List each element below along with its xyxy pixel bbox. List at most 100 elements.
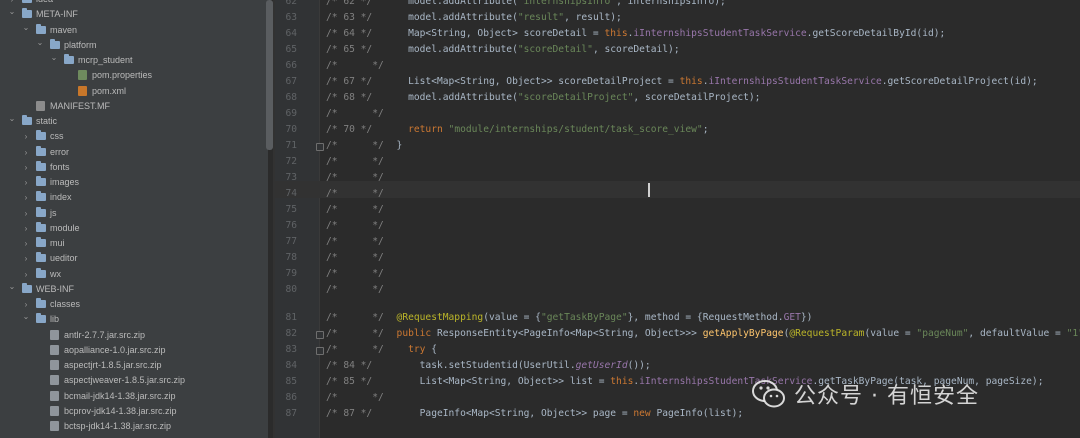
- line-number: 67: [285, 76, 297, 87]
- code-line[interactable]: 80 /* */: [275, 282, 1080, 298]
- code-line[interactable]: 69 /* */: [275, 106, 1080, 122]
- tree-item[interactable]: ⌄ lib: [0, 312, 268, 327]
- tree-item[interactable]: aopalliance-1.0.jar.src.zip: [0, 343, 268, 358]
- code-token: return: [385, 124, 449, 135]
- chevron-right-icon[interactable]: ›: [22, 236, 30, 251]
- tree-item-label: lib: [50, 314, 60, 325]
- code-text: model.addAttribute("internshipsInfo", in…: [385, 0, 726, 10]
- tree-item[interactable]: bctsp-jdk14-1.38.jar.src.zip: [0, 419, 268, 434]
- chevron-right-icon[interactable]: ›: [22, 221, 30, 236]
- tree-item-label: antlr-2.7.7.jar.src.zip: [64, 329, 146, 340]
- code-token: "scoreDetailProject": [517, 92, 634, 103]
- tree-item[interactable]: pom.properties: [0, 68, 268, 83]
- tree-item[interactable]: aspectjrt-1.8.5.jar.src.zip: [0, 358, 268, 373]
- tree-item[interactable]: ⌄ META-INF: [0, 7, 268, 22]
- tree-item[interactable]: › mui: [0, 236, 268, 251]
- folder-icon: [36, 160, 46, 171]
- decompiler-line-comment: /* */: [326, 236, 384, 247]
- fold-marker-icon[interactable]: [316, 331, 324, 339]
- chevron-right-icon[interactable]: ›: [22, 190, 30, 205]
- code-text: List<Map<String, Object>> scoreDetailPro…: [385, 74, 1038, 90]
- decompiler-line-comment: /* 84 */: [326, 360, 373, 371]
- code-text: model.addAttribute("scoreDetailProject",…: [385, 90, 760, 106]
- code-line[interactable]: 65 /* 65 */ model.addAttribute("scoreDeta…: [275, 42, 1080, 58]
- code-line[interactable]: 76 /* */: [275, 218, 1080, 234]
- tree-item[interactable]: bcprov-jdk14-1.38.jar.src.zip: [0, 404, 268, 419]
- code-line[interactable]: 74 /* */: [275, 186, 1080, 202]
- chevron-down-icon[interactable]: ⌄: [8, 279, 16, 294]
- code-line[interactable]: 73 /* */: [275, 170, 1080, 186]
- line-number: 65: [285, 44, 297, 55]
- tree-item[interactable]: ⌄ static: [0, 114, 268, 129]
- tree-item[interactable]: ⌄ platform: [0, 38, 268, 53]
- tree-item[interactable]: aspectjweaver-1.8.5.jar.src.zip: [0, 373, 268, 388]
- code-line[interactable]: 67 /* 67 */ List<Map<String, Object>> sco…: [275, 74, 1080, 90]
- code-editor[interactable]: 62/* 62 */ model.addAttribute("internshi…: [275, 0, 1080, 438]
- chevron-right-icon[interactable]: ›: [22, 145, 30, 160]
- code-line[interactable]: 77 /* */: [275, 234, 1080, 250]
- decompiler-line-comment: /* */: [326, 392, 384, 403]
- project-tree-scrollbar[interactable]: [266, 0, 273, 150]
- tree-item[interactable]: › css: [0, 129, 268, 144]
- tree-item[interactable]: ⌄ mcrp_student: [0, 53, 268, 68]
- code-line[interactable]: 71 /* */ }: [275, 138, 1080, 154]
- tree-item[interactable]: antlr-2.7.7.jar.src.zip: [0, 328, 268, 343]
- code-line[interactable]: 78 /* */: [275, 250, 1080, 266]
- chevron-right-icon[interactable]: ›: [22, 267, 30, 282]
- code-line[interactable]: 81 /* */ @RequestMapping(value = {"getTas…: [275, 310, 1080, 326]
- folder-icon: [36, 23, 46, 34]
- tree-item[interactable]: › js: [0, 206, 268, 221]
- tree-item[interactable]: ⌄ WEB-INF: [0, 282, 268, 297]
- tree-item[interactable]: pom.xml: [0, 84, 268, 99]
- chevron-down-icon[interactable]: ⌄: [50, 50, 58, 65]
- code-text: Map<String, Object> scoreDetail = this.i…: [385, 26, 945, 42]
- tree-item[interactable]: › ueditor: [0, 251, 268, 266]
- tree-item[interactable]: › wx: [0, 267, 268, 282]
- tree-item[interactable]: ›idea: [0, 0, 268, 7]
- line-number: 84: [285, 360, 297, 371]
- tree-item[interactable]: › images: [0, 175, 268, 190]
- code-line[interactable]: 66 /* */: [275, 58, 1080, 74]
- tree-item[interactable]: › error: [0, 145, 268, 160]
- chevron-right-icon[interactable]: ›: [22, 206, 30, 221]
- code-line[interactable]: 82 /* */ public ResponseEntity<PageInfo<M…: [275, 326, 1080, 342]
- code-text: public ResponseEntity<PageInfo<Map<Strin…: [385, 326, 1080, 342]
- code-line[interactable]: 83 /* */ try {: [275, 342, 1080, 358]
- fold-marker-icon[interactable]: [316, 347, 324, 355]
- chevron-down-icon[interactable]: ⌄: [22, 309, 30, 324]
- tree-item[interactable]: bcmail-jdk14-1.38.jar.src.zip: [0, 389, 268, 404]
- code-line[interactable]: 63 /* 63 */ model.addAttribute("result", …: [275, 10, 1080, 26]
- code-line[interactable]: 79 /* */: [275, 266, 1080, 282]
- chevron-right-icon[interactable]: ›: [22, 175, 30, 190]
- chevron-down-icon[interactable]: ⌄: [8, 111, 16, 126]
- code-line[interactable]: 70 /* 70 */ return "module/internships/st…: [275, 122, 1080, 138]
- code-line[interactable]: 75 /* */: [275, 202, 1080, 218]
- code-line[interactable]: 64 /* 64 */ Map<String, Object> scoreDeta…: [275, 26, 1080, 42]
- tree-item[interactable]: MANIFEST.MF: [0, 99, 268, 114]
- tree-item[interactable]: › module: [0, 221, 268, 236]
- code-token: "scoreDetail": [517, 44, 593, 55]
- code-line[interactable]: 68 /* 68 */ model.addAttribute("scoreDeta…: [275, 90, 1080, 106]
- zip-file-icon: [50, 421, 59, 431]
- chevron-down-icon[interactable]: ⌄: [8, 4, 16, 19]
- decompiler-line-comment: /* */: [326, 172, 384, 183]
- code-line[interactable]: 62 /* 62 */ model.addAttribute("internshi…: [275, 0, 1080, 10]
- code-line[interactable]: 72 /* */: [275, 154, 1080, 170]
- line-number: 71: [285, 140, 297, 151]
- code-token: iInternshipsStudentTaskService: [633, 28, 807, 39]
- decompiler-line-comment: /* 70 */: [326, 124, 373, 135]
- tree-item[interactable]: › index: [0, 190, 268, 205]
- code-line[interactable]: 84 /* 84 */ task.setStudentid(UserUtil.ge…: [275, 358, 1080, 374]
- code-token: model.addAttribute(: [385, 92, 518, 103]
- code-text: }: [385, 138, 403, 154]
- chevron-right-icon[interactable]: ›: [22, 160, 30, 175]
- tree-item[interactable]: › fonts: [0, 160, 268, 175]
- chevron-down-icon[interactable]: ⌄: [22, 20, 30, 35]
- chevron-right-icon[interactable]: ›: [22, 251, 30, 266]
- fold-marker-icon[interactable]: [316, 143, 324, 151]
- decompiler-line-comment: /* */: [326, 344, 384, 355]
- tree-item-label: error: [50, 146, 70, 157]
- chevron-down-icon[interactable]: ⌄: [36, 35, 44, 50]
- tree-item[interactable]: › classes: [0, 297, 268, 312]
- chevron-right-icon[interactable]: ›: [22, 129, 30, 144]
